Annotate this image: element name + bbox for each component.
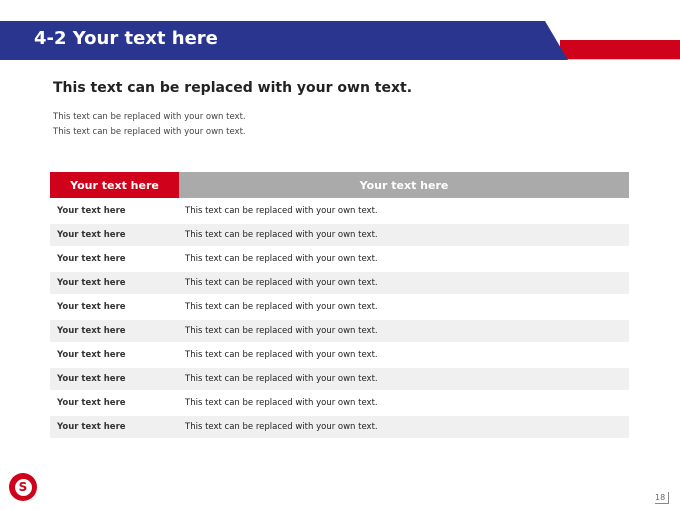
table-cell-label: Your text here: [50, 368, 179, 390]
body-text-line: This text can be replaced with your own …: [53, 127, 246, 137]
table-cell-label: Your text here: [50, 224, 179, 246]
table-cell-text: This text can be replaced with your own …: [179, 320, 629, 342]
table-cell-text: This text can be replaced with your own …: [185, 302, 378, 312]
header-red-bar: [560, 40, 680, 60]
table-cell-text: This text can be replaced with your own …: [179, 368, 629, 390]
table-cell-label: Your text here: [50, 320, 179, 342]
table-row: Your text here This text can be replaced …: [50, 320, 629, 342]
table-row: Your text here This text can be replaced …: [50, 272, 629, 294]
body-text-line: This text can be replaced with your own …: [53, 112, 246, 122]
table-cell-text: This text can be replaced with your own …: [185, 350, 378, 360]
table-row: Your text here This text can be replaced …: [50, 416, 629, 438]
table-row: Your text here This text can be replaced …: [50, 344, 629, 366]
slide-title: 4-2 Your text here: [34, 28, 218, 49]
table-cell-text: This text can be replaced with your own …: [185, 398, 378, 408]
table-cell-label: Your text here: [50, 416, 179, 438]
content-subtitle: This text can be replaced with your own …: [53, 80, 413, 96]
table-cell-text: This text can be replaced with your own …: [179, 272, 629, 294]
table-cell-label: Your text here: [57, 398, 126, 408]
table-row: Your text here This text can be replaced …: [50, 248, 629, 270]
table-row: Your text here This text can be replaced …: [50, 224, 629, 246]
table-cell-label: Your text here: [57, 206, 126, 216]
logo-letter: S: [14, 478, 32, 496]
table-row: Your text here This text can be replaced …: [50, 392, 629, 414]
logo: S: [9, 473, 37, 501]
table-cell-label: Your text here: [57, 254, 126, 264]
page-number: 18: [655, 492, 670, 504]
table-row: Your text here This text can be replaced …: [50, 368, 629, 390]
table-cell-label: Your text here: [57, 350, 126, 360]
content-table: Your text here Your text here Your text …: [50, 172, 629, 438]
table-cell-label: Your text here: [50, 272, 179, 294]
table-header-cell: Your text here: [50, 172, 179, 198]
table-body: Your text here This text can be replaced …: [50, 200, 629, 438]
table-header-cell: Your text here: [179, 172, 629, 198]
table-header-row: Your text here Your text here: [50, 172, 629, 198]
table-row: Your text here This text can be replaced …: [50, 200, 629, 222]
table-cell-label: Your text here: [57, 302, 126, 312]
table-cell-text: This text can be replaced with your own …: [185, 254, 378, 264]
table-row: Your text here This text can be replaced …: [50, 296, 629, 318]
table-cell-text: This text can be replaced with your own …: [179, 416, 629, 438]
table-cell-text: This text can be replaced with your own …: [185, 206, 378, 216]
table-cell-text: This text can be replaced with your own …: [179, 224, 629, 246]
